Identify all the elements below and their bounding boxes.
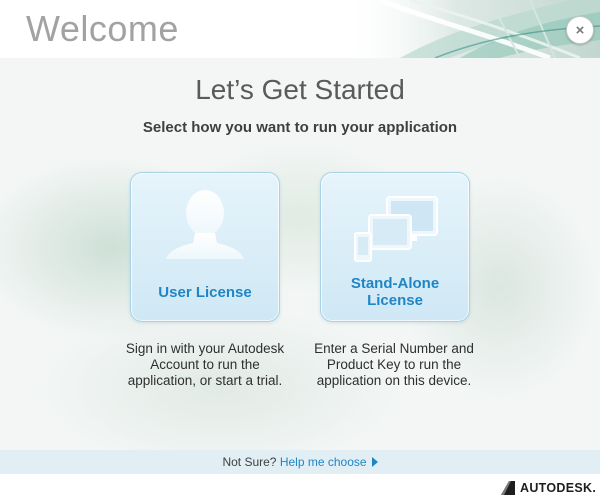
user-license-option[interactable]: User License <box>130 172 280 322</box>
page-subheading: Select how you want to run your applicat… <box>142 119 458 136</box>
autodesk-wordmark: AUTODESK. <box>520 481 597 495</box>
close-button[interactable]: × <box>566 16 594 44</box>
autodesk-logo: AUTODESK. <box>500 479 596 497</box>
page-heading: Let’s Get Started <box>195 74 405 105</box>
stand-alone-license-label: Stand-Alone License <box>350 275 440 309</box>
help-bar: Not Sure? Help me choose <box>0 450 600 474</box>
person-silhouette-icon <box>131 187 279 277</box>
window-title: Welcome <box>26 8 179 49</box>
stand-alone-license-description: Enter a Serial Number and Product Key to… <box>314 341 474 388</box>
stand-alone-license-option[interactable]: Stand-Alone License <box>320 172 470 322</box>
not-sure-text: Not Sure? <box>222 455 277 469</box>
user-license-label: User License <box>158 284 252 301</box>
help-me-choose-link[interactable]: Help me choose <box>280 455 367 469</box>
header: Welcome <box>0 0 600 58</box>
close-icon: × <box>575 21 585 39</box>
arrow-right-icon[interactable] <box>371 457 378 467</box>
user-license-description: Sign in with your Autodesk Account to ru… <box>125 341 285 388</box>
header-decoration <box>340 0 600 58</box>
autodesk-logo-icon <box>501 481 515 495</box>
devices-icon <box>321 187 469 277</box>
background-artwork <box>0 58 600 450</box>
